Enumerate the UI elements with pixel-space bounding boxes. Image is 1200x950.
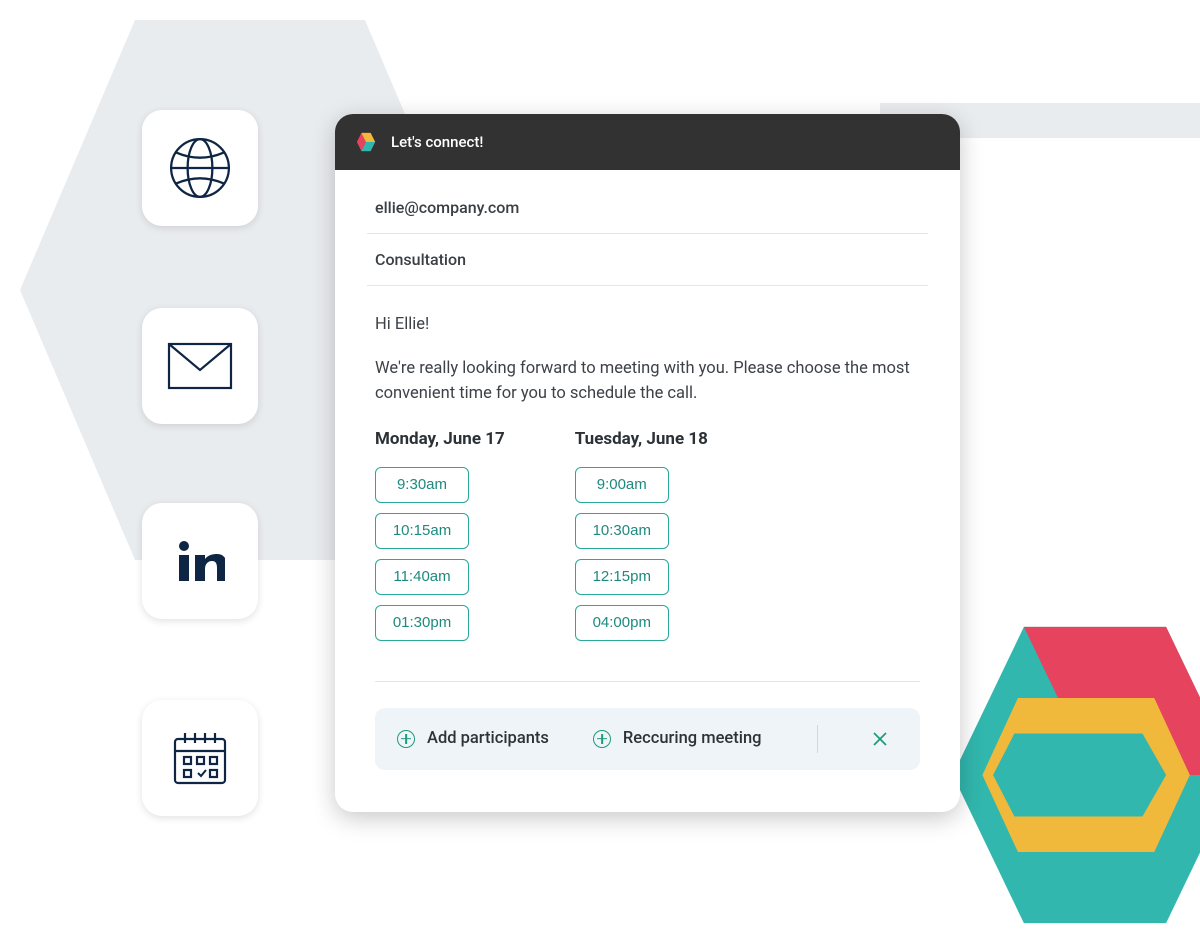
time-slot-button[interactable]: 12:15pm [575, 559, 669, 595]
globe-icon [167, 135, 233, 201]
plus-icon [397, 730, 415, 748]
close-icon [873, 732, 887, 746]
time-slot-button[interactable]: 01:30pm [375, 605, 469, 641]
message-body: Hi Ellie! We're really looking forward t… [367, 286, 928, 417]
body-text: We're really looking forward to meeting … [375, 356, 920, 407]
globe-tile [142, 110, 258, 226]
card-header: Let's connect! [335, 114, 960, 170]
time-slot-button[interactable]: 10:30am [575, 513, 669, 549]
recurring-label: Reccuring meeting [623, 729, 762, 748]
time-slot-button[interactable]: 9:30am [375, 467, 469, 503]
subject-field[interactable]: Consultation [367, 234, 928, 286]
day-label: Tuesday, June 18 [575, 429, 708, 449]
brand-logo-small [355, 131, 377, 153]
close-button[interactable] [862, 721, 898, 757]
connect-card: Let's connect! ellie@company.com Consult… [335, 114, 960, 812]
recurring-meeting-button[interactable]: Reccuring meeting [593, 729, 762, 748]
calendar-tile [142, 700, 258, 816]
divider [375, 681, 920, 682]
mail-icon [167, 342, 233, 390]
separator [817, 725, 818, 753]
add-participants-label: Add participants [427, 729, 549, 748]
time-slot-button[interactable]: 04:00pm [575, 605, 669, 641]
card-title: Let's connect! [391, 133, 483, 151]
add-participants-button[interactable]: Add participants [397, 729, 549, 748]
day-label: Monday, June 17 [375, 429, 505, 449]
day-column-0: Monday, June 17 9:30am 10:15am 11:40am 0… [375, 429, 505, 651]
calendar-icon [169, 727, 231, 789]
email-field[interactable]: ellie@company.com [367, 182, 928, 234]
mail-tile [142, 308, 258, 424]
time-slots: Monday, June 17 9:30am 10:15am 11:40am 0… [367, 417, 928, 681]
plus-icon [593, 730, 611, 748]
linkedin-tile [142, 503, 258, 619]
brand-logo-large [950, 615, 1200, 935]
day-column-1: Tuesday, June 18 9:00am 10:30am 12:15pm … [575, 429, 708, 651]
actions-bar: Add participants Reccuring meeting [375, 708, 920, 770]
time-slot-button[interactable]: 11:40am [375, 559, 469, 595]
time-slot-button[interactable]: 10:15am [375, 513, 469, 549]
greeting-text: Hi Ellie! [375, 312, 920, 338]
time-slot-button[interactable]: 9:00am [575, 467, 669, 503]
linkedin-icon [175, 536, 225, 586]
